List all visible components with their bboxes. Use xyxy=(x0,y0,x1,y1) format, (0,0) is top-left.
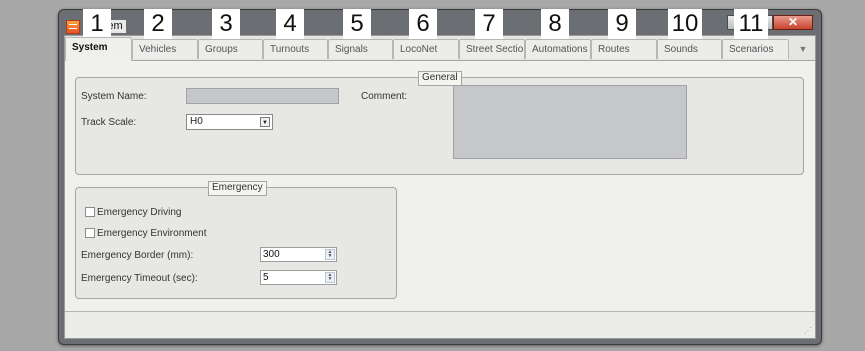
emergency-group: Emergency Emergency Driving Emergency En… xyxy=(75,181,397,299)
emergency-timeout-input[interactable]: 5 ▲ ▼ xyxy=(260,270,337,285)
tab-signals[interactable]: Signals xyxy=(328,39,393,59)
emergency-group-title: Emergency xyxy=(208,181,267,196)
system-app-icon[interactable] xyxy=(66,20,80,34)
emergency-border-label: Emergency Border (mm): xyxy=(81,250,194,261)
status-bar: ⋰ xyxy=(65,311,815,338)
tab-scenarios[interactable]: Scenarios xyxy=(722,39,789,59)
title-bar[interactable]: System ✕ xyxy=(59,10,821,35)
track-scale-value: H0 xyxy=(190,116,203,127)
tab-turnouts[interactable]: Turnouts xyxy=(263,39,328,59)
track-scale-label: Track Scale: xyxy=(81,117,137,128)
emergency-timeout-label: Emergency Timeout (sec): xyxy=(81,273,198,284)
emergency-timeout-value: 5 xyxy=(263,272,269,283)
tab-routes[interactable]: Routes xyxy=(591,39,657,59)
emergency-driving-checkbox[interactable] xyxy=(85,207,95,217)
window-controls: ✕ xyxy=(727,15,813,30)
general-group-title: General xyxy=(418,71,462,86)
comment-label: Comment: xyxy=(361,91,408,102)
window-client-area: System Vehicles Groups Turnouts Signals … xyxy=(64,35,816,339)
tab-automations[interactable]: Automations xyxy=(525,39,591,59)
tab-loconet[interactable]: LocoNet xyxy=(393,39,459,59)
minimize-button[interactable] xyxy=(727,15,750,30)
emergency-environment-label[interactable]: Emergency Environment xyxy=(97,228,207,239)
spinner-arrows-icon[interactable]: ▲ ▼ xyxy=(325,249,335,260)
system-window: System ✕ System Vehicles Groups Turnouts… xyxy=(58,9,822,345)
comment-textarea[interactable] xyxy=(453,85,687,159)
system-name-label: System Name: xyxy=(81,91,147,102)
tab-system[interactable]: System xyxy=(65,37,132,61)
tab-bar: System Vehicles Groups Turnouts Signals … xyxy=(65,36,815,61)
emergency-environment-checkbox[interactable] xyxy=(85,228,95,238)
track-scale-select[interactable]: H0 ▼ xyxy=(186,114,273,130)
window-title: System xyxy=(83,20,126,33)
system-name-input[interactable] xyxy=(186,88,339,104)
emergency-border-value: 300 xyxy=(263,249,280,260)
emergency-driving-label[interactable]: Emergency Driving xyxy=(97,207,181,218)
tab-scroll-icon[interactable]: ▼ xyxy=(793,41,813,57)
general-group: General System Name: Comment: Track Scal… xyxy=(75,71,804,175)
chevron-down-icon[interactable]: ▼ xyxy=(260,117,270,127)
tab-vehicles[interactable]: Vehicles xyxy=(132,39,198,59)
tab-sounds[interactable]: Sounds xyxy=(657,39,722,59)
close-button[interactable]: ✕ xyxy=(773,15,813,30)
tab-groups[interactable]: Groups xyxy=(198,39,263,59)
tab-street-sections[interactable]: Street Sectio.. xyxy=(459,39,525,59)
resize-grip-icon[interactable]: ⋰ xyxy=(804,327,812,335)
maximize-button[interactable] xyxy=(750,15,773,30)
spinner-arrows-icon[interactable]: ▲ ▼ xyxy=(325,272,335,283)
emergency-border-input[interactable]: 300 ▲ ▼ xyxy=(260,247,337,262)
